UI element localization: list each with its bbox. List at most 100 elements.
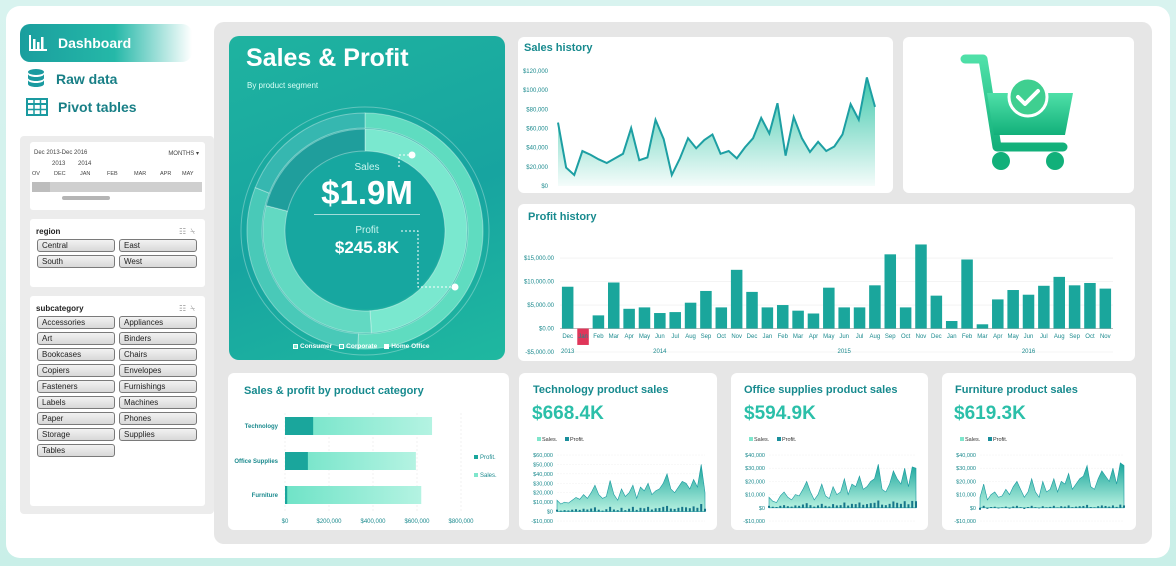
subcategory-option[interactable]: Phones: [119, 412, 197, 425]
profit-bar: [1041, 506, 1044, 508]
y-tick-label: $120,000: [523, 69, 549, 75]
profit-bar: [992, 299, 1004, 329]
y-tick-label: $0: [970, 506, 976, 512]
subcategory-option[interactable]: Binders: [119, 332, 197, 345]
profit-bar: [677, 507, 680, 512]
profit-bar: [285, 452, 308, 470]
profit-bar: [1012, 506, 1015, 508]
profit-bar: [915, 244, 927, 329]
x-tick-label: $400,000: [360, 519, 386, 525]
multi-select-icon[interactable]: ☷⍀: [179, 227, 199, 237]
office-supplies-sales-card: Office supplies product sales $594.9K $4…: [731, 373, 928, 530]
profit-bar: [582, 508, 585, 512]
month-label: Mar: [793, 334, 803, 340]
profit-bar: [654, 313, 666, 329]
database-icon: [28, 69, 44, 87]
y-tick-label: $15,000.00: [524, 256, 555, 262]
y-tick-label: $10,000: [745, 493, 765, 499]
subcategory-option[interactable]: Labels: [37, 396, 115, 409]
y-tick-label: $30,000: [745, 466, 765, 472]
month-label: May: [639, 334, 650, 340]
timeline-month[interactable]: MAY: [182, 171, 200, 181]
region-option[interactable]: East: [119, 239, 197, 252]
profit-bar: [616, 510, 619, 512]
legend-home-office[interactable]: Home Office: [384, 343, 430, 350]
timeline-month[interactable]: MAR: [134, 171, 160, 181]
legend-sales: Sales.: [542, 437, 558, 443]
profit-bar: [888, 503, 891, 508]
year-label: 2015: [838, 349, 852, 355]
timeline-month[interactable]: JAN: [80, 171, 107, 181]
profit-bar: [1027, 507, 1029, 508]
profit-bar: [1082, 505, 1085, 508]
subcategory-option[interactable]: Bookcases: [37, 348, 115, 361]
profit-bar: [877, 500, 880, 508]
profit-bar: [896, 502, 899, 508]
profit-bar: [666, 505, 669, 512]
profit-bar: [597, 509, 600, 512]
timeline-month[interactable]: DEC: [54, 171, 80, 181]
profit-bar: [1038, 285, 1050, 329]
month-label: Jan: [578, 334, 588, 340]
subcategory-option[interactable]: Storage: [37, 428, 115, 441]
profit-bar: [1038, 507, 1041, 509]
profit-bar: [1001, 507, 1004, 508]
legend-consumer[interactable]: Consumer: [293, 343, 332, 350]
y-tick-label: $40,000: [533, 472, 553, 478]
subcategory-option[interactable]: Appliances: [119, 316, 197, 329]
profit-bar: [1104, 505, 1107, 508]
profit-bar: [692, 506, 695, 512]
profit-bar: [899, 503, 902, 508]
profit-bar: [884, 505, 887, 508]
subcategory-option[interactable]: Tables: [37, 444, 115, 457]
subcategory-option[interactable]: Furnishings: [119, 380, 197, 393]
subcategory-option[interactable]: Paper: [37, 412, 115, 425]
month-label: Apr: [624, 334, 633, 340]
legend-profit: Profit.: [782, 437, 797, 443]
profit-bar: [869, 285, 881, 329]
timeline-scrollbar[interactable]: [62, 196, 110, 200]
timeline-slicer[interactable]: Dec 2013-Dec 2016 MONTHS ▾ 2013 2014 OV …: [30, 142, 205, 210]
timeline-month[interactable]: OV: [32, 171, 54, 181]
timeline-bar[interactable]: [32, 182, 202, 192]
profit-bar: [285, 486, 288, 504]
profit-bar: [805, 503, 808, 508]
profit-bar: [631, 506, 634, 512]
region-option[interactable]: South: [37, 255, 115, 268]
profit-bar: [1084, 282, 1096, 329]
timeline-month[interactable]: APR: [160, 171, 182, 181]
timeline-range: Dec 2013-Dec 2016: [34, 150, 88, 156]
year-label: 2013: [561, 349, 575, 355]
profit-bar: [703, 508, 707, 512]
profit-bar: [828, 506, 831, 508]
profit-bar: [930, 295, 943, 329]
profit-bar: [623, 308, 635, 329]
nav-pivot-tables[interactable]: Pivot tables: [26, 98, 137, 116]
month-label: Dec: [931, 334, 942, 340]
subcategory-option[interactable]: Chairs: [119, 348, 197, 361]
month-label: May: [823, 334, 834, 340]
subcategory-option[interactable]: Supplies: [119, 428, 197, 441]
month-label: Dec: [562, 334, 573, 340]
region-option[interactable]: West: [119, 255, 197, 268]
nav-dashboard[interactable]: Dashboard: [20, 24, 192, 62]
subcategory-option[interactable]: Machines: [119, 396, 197, 409]
legend-corporate[interactable]: Corporate: [339, 343, 377, 350]
subcategory-option[interactable]: Copiers: [37, 364, 115, 377]
subcategory-option[interactable]: Envelopes: [119, 364, 197, 377]
subcategory-option[interactable]: Accessories: [37, 316, 115, 329]
profit-bar: [1067, 505, 1070, 508]
profit-bar: [285, 417, 314, 435]
profit-history-chart: $15,000.00 $10,000.00 $5,000.00 $0.00 -$5,00…: [524, 244, 1113, 356]
timeline-unit-dropdown[interactable]: MONTHS ▾: [168, 150, 199, 157]
timeline-month[interactable]: FEB: [107, 171, 134, 181]
subcategory-option[interactable]: Art: [37, 332, 115, 345]
category-bar-chart: $0 $200,000 $400,000 $600,000 $800,000 Techno…: [234, 413, 497, 525]
profit-bar: [662, 506, 665, 512]
profit-bar: [681, 506, 684, 512]
nav-raw-data[interactable]: Raw data: [26, 68, 117, 90]
profit-bar: [783, 505, 786, 508]
multi-select-icon[interactable]: ☷⍀: [179, 304, 199, 314]
subcategory-option[interactable]: Fasteners: [37, 380, 115, 393]
region-option[interactable]: Central: [37, 239, 115, 252]
